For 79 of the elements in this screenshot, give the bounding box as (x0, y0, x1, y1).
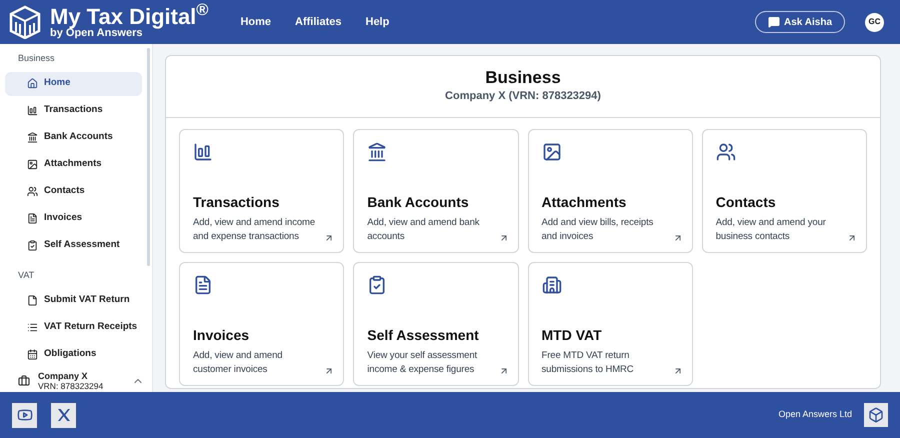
nav-link[interactable]: Home (240, 14, 272, 30)
card-description: Free MTD VAT return submissions to HMRC (542, 348, 635, 376)
arrow-icon (324, 232, 334, 242)
youtube-link[interactable] (12, 402, 37, 428)
x-logo-icon (56, 407, 72, 423)
x-link[interactable] (51, 402, 76, 428)
arrow-icon (498, 366, 508, 376)
briefcase-icon (18, 374, 30, 386)
image-icon (27, 159, 38, 170)
card-description: Add, view and amend customer invoices (193, 348, 284, 376)
sidebar-item[interactable]: Attachments (5, 152, 142, 176)
card-title: Transactions (193, 192, 280, 212)
card-title: Attachments (542, 192, 628, 212)
footer-company: Open Answers Ltd (778, 408, 852, 422)
page-title: Business (485, 68, 561, 88)
page-subtitle: Company X (VRN: 878323294) (445, 89, 601, 104)
sidebar-item[interactable]: Home (5, 72, 142, 96)
feature-card[interactable]: Transactions Add, view and amend income and expense transactions (179, 128, 344, 252)
feature-card[interactable]: Contacts Add, view and amend your business contacts (702, 128, 867, 252)
section-heading: VAT (17, 268, 36, 282)
user-avatar[interactable]: GC (865, 12, 884, 32)
youtube-icon (16, 407, 32, 423)
sidebar-item[interactable]: VAT Return Receipts (5, 315, 142, 339)
list-icon (27, 322, 38, 332)
arrow-icon (498, 232, 508, 242)
company-vrn: VRN: 878323294 (38, 380, 104, 390)
company-switcher[interactable]: Company X VRN: 878323294 (0, 369, 152, 392)
ask-assistant-button[interactable]: Ask Aisha (755, 11, 845, 33)
chat-icon (768, 16, 780, 28)
calendar-icon (27, 348, 38, 360)
bar-chart-icon (193, 142, 213, 162)
document-icon (193, 274, 213, 294)
card-description: View your self assessment income & expense figures (367, 348, 478, 376)
arrow-icon (672, 232, 683, 242)
sidebar-item[interactable]: Submit VAT Return (5, 288, 142, 312)
card-title: MTD VAT (542, 326, 603, 344)
sidebar-item[interactable]: Invoices (5, 206, 142, 230)
section-heading: Business (17, 52, 56, 65)
bank-icon (367, 142, 388, 162)
people-icon (716, 142, 736, 162)
sidebar-item[interactable]: Bank Accounts (5, 126, 142, 150)
bar-chart-icon (27, 105, 38, 116)
card-description: Add, view and amend income and expense transactions (193, 216, 316, 244)
nav-link[interactable]: Help (366, 14, 390, 30)
feature-card[interactable]: Attachments Add and view bills, receipts and invoices (528, 128, 693, 252)
clipboard-check-icon (367, 274, 388, 294)
image-icon (542, 142, 562, 162)
arrow-icon (324, 366, 334, 376)
card-title: Bank Accounts (367, 192, 470, 212)
feature-card[interactable]: MTD VAT Free MTD VAT return submissions to HMRC (528, 262, 693, 386)
brand-name: My Tax Digital$^{®}$ (50, 6, 208, 28)
sidebar-item[interactable]: Transactions (5, 98, 142, 122)
home-icon (27, 78, 38, 89)
feature-card[interactable]: Invoices Add, view and amend customer invoices (179, 262, 344, 386)
brand-tagline: by Open Answers (50, 28, 143, 38)
document-icon (27, 213, 38, 224)
bank-icon (27, 132, 38, 143)
sidebar-item[interactable]: Self Assessment (5, 234, 142, 258)
card-description: Add and view bills, receipts and invoices (542, 216, 654, 244)
sidebar-item[interactable]: Contacts (5, 180, 142, 204)
card-description: Add, view and amend your business contacts (716, 216, 827, 244)
arrow-icon (672, 366, 683, 376)
card-title: Contacts (716, 192, 777, 212)
feature-card[interactable]: Bank Accounts Add, view and amend bank accounts (353, 128, 518, 252)
building-icon (542, 274, 562, 294)
cube-icon (868, 407, 884, 423)
company-logo-link[interactable] (864, 403, 888, 427)
card-title: Invoices (193, 326, 250, 344)
people-icon (27, 186, 38, 197)
company-name: Company X (38, 370, 89, 380)
sidebar-item[interactable]: Obligations (5, 342, 142, 366)
arrow-icon (847, 232, 857, 242)
nav-link[interactable]: Affiliates (295, 14, 342, 30)
feature-card[interactable]: Self Assessment View your self assessment income & expense figures (353, 262, 518, 386)
logo-icon (8, 5, 42, 39)
card-description: Add, view and amend bank accounts (367, 216, 480, 244)
file-icon (27, 294, 38, 306)
card-title: Self Assessment (367, 326, 480, 344)
clipboard-check-icon (27, 240, 38, 251)
